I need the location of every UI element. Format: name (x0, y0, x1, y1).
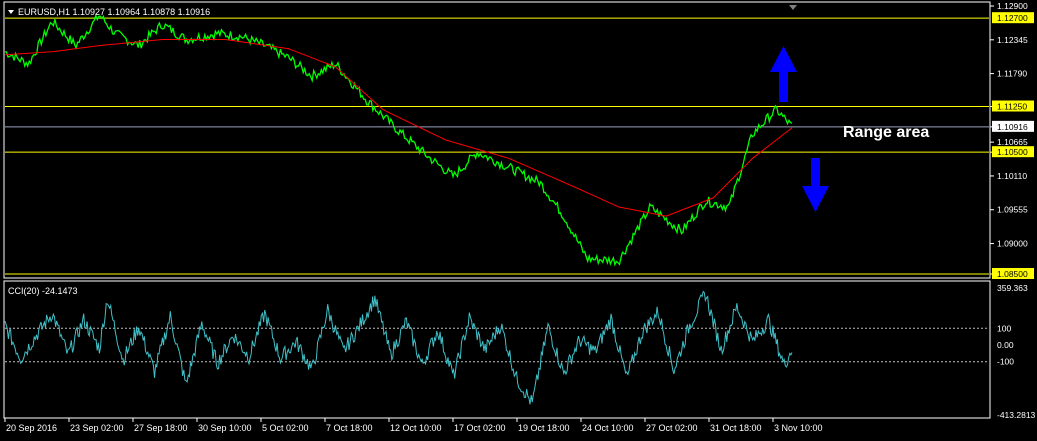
y-tick-label: 1.11790 (997, 69, 1027, 79)
level-lines (5, 17, 989, 275)
chart-menu-button[interactable] (8, 10, 14, 14)
indicator-y-axis: 359.363 100 0.00 -100 -413.2813 (997, 283, 1036, 420)
level-price-label: 1.08500 (997, 269, 1028, 279)
x-tick-label: 30 Sep 10:00 (198, 423, 252, 433)
triangle-down-icon[interactable] (8, 10, 14, 14)
x-tick-label: 17 Oct 02:00 (454, 423, 506, 433)
chart-window[interactable]: EURUSD,H1 1.10927 1.10964 1.10878 1.1091… (0, 0, 1037, 441)
x-tick-label: 12 Oct 10:00 (390, 423, 442, 433)
x-tick-label: 24 Oct 10:00 (582, 423, 634, 433)
moving-average-line (4, 39, 793, 217)
x-tick-label: 27 Oct 02:00 (646, 423, 698, 433)
y-tick-label: 1.12345 (997, 35, 1028, 45)
x-tick-label: 7 Oct 18:00 (326, 423, 373, 433)
cci-y-tick-label: 100 (997, 323, 1011, 333)
cci-y-tick-label: -100 (997, 357, 1014, 367)
chart-header-text: EURUSD,H1 1.10927 1.10964 1.10878 1.1091… (18, 7, 210, 17)
indicator-header-text: CCI(20) -24.1473 (8, 286, 78, 296)
range-area-label: Range area (843, 124, 929, 141)
cci-y-tick-label: 0.00 (997, 340, 1014, 350)
x-tick-label: 19 Oct 18:00 (518, 423, 570, 433)
x-tick-label: 23 Sep 02:00 (70, 423, 124, 433)
x-tick-label: 27 Sep 18:00 (134, 423, 188, 433)
level-price-label: 1.10500 (997, 147, 1028, 157)
y-tick-label: 1.10110 (997, 171, 1027, 181)
x-tick-label: 20 Sep 2016 (6, 423, 57, 433)
x-tick-label: 31 Oct 18:00 (710, 423, 762, 433)
y-tick-label: 1.12900 (997, 1, 1028, 11)
price-y-axis: 1.12900 1.12345 1.11790 1.11250 1.10916 1.106… (990, 1, 1034, 279)
y-tick-label: 1.10665 (997, 137, 1028, 147)
cci-y-tick-label: -413.2813 (997, 410, 1036, 420)
x-tick-label: 3 Nov 10:00 (774, 423, 823, 433)
level-price-label: 1.12700 (997, 13, 1028, 23)
cci-series-line (4, 290, 793, 405)
y-tick-label: 1.09000 (997, 239, 1028, 249)
y-tick-label: 1.09555 (997, 205, 1028, 215)
cci-y-tick-label: 359.363 (997, 283, 1028, 293)
level-price-label: 1.11250 (997, 102, 1027, 112)
indicator-panel-border (3, 280, 991, 419)
time-x-axis: 20 Sep 2016 23 Sep 02:00 27 Sep 18:00 30 Se… (4, 418, 823, 433)
price-series-line (4, 13, 793, 267)
arrow-up-icon (770, 46, 797, 102)
chart-shift-marker-icon[interactable] (789, 5, 797, 10)
current-price-label: 1.10916 (997, 122, 1028, 132)
x-tick-label: 5 Oct 02:00 (262, 423, 309, 433)
arrow-down-icon (802, 158, 829, 212)
